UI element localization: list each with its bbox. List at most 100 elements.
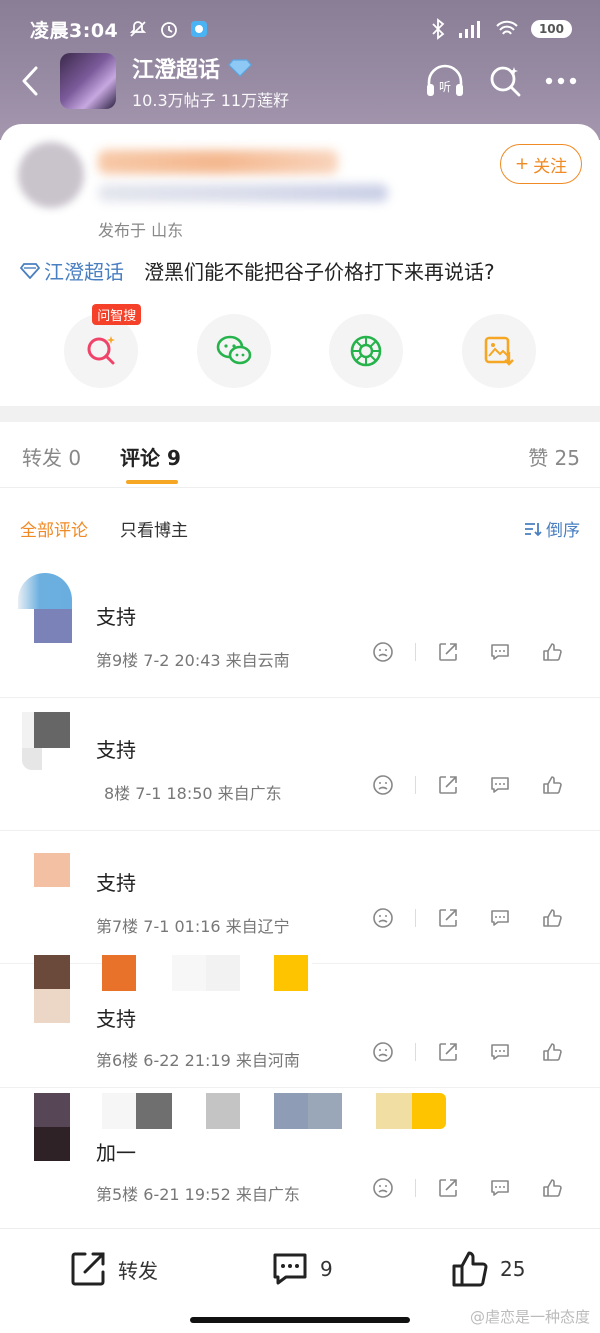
repost-button[interactable]	[422, 1041, 474, 1063]
repost-button[interactable]	[422, 907, 474, 929]
repost-button[interactable]	[422, 774, 474, 796]
like-button[interactable]	[526, 907, 578, 929]
tab-likes[interactable]: 赞 25	[528, 442, 580, 471]
action-divider	[415, 909, 416, 927]
commenter-avatar[interactable]	[34, 845, 70, 913]
comment-icon	[491, 1044, 509, 1060]
share-icon	[439, 776, 457, 794]
like-button[interactable]	[526, 1177, 578, 1199]
author-avatar[interactable]	[18, 142, 84, 208]
dislike-button[interactable]	[357, 1041, 409, 1063]
reply-button[interactable]	[474, 907, 526, 929]
topic-avatar[interactable]	[60, 53, 116, 109]
comment-meta: 第6楼 6-22 21:19 来自河南	[96, 1051, 300, 1070]
reply-button[interactable]	[474, 1177, 526, 1199]
topic-nav: 江澄超话 10.3万帖子 11万莲籽 听	[0, 50, 600, 112]
comment-meta: 8楼 7-1 18:50 来自广东	[104, 784, 282, 803]
wechat-icon	[216, 335, 252, 365]
ai-search-icon	[87, 336, 116, 365]
search-icon[interactable]	[488, 64, 522, 98]
comment-meta: 第7楼 7-1 01:16 来自辽宁	[96, 917, 290, 936]
action-divider	[415, 1179, 416, 1197]
post-tabs: 转发 0 评论 9 赞 25	[0, 422, 600, 488]
bottom-like-button[interactable]: 25	[450, 1249, 525, 1289]
sad-face-icon	[373, 1042, 393, 1062]
bottom-repost-label: 转发	[118, 1258, 158, 1283]
commenter-name-redacted	[102, 955, 312, 991]
comment-icon	[273, 1253, 307, 1285]
post-text: 澄黑们能不能把谷子价格打下来再说话?	[144, 260, 495, 284]
listen-icon[interactable]: 听	[424, 62, 466, 100]
commenter-avatar[interactable]	[18, 573, 72, 643]
bottom-comment-button[interactable]: 9	[270, 1249, 333, 1289]
reply-button[interactable]	[474, 641, 526, 663]
bluetooth-icon	[432, 18, 445, 40]
comment-item: 支持 第6楼 6-22 21:19 来自河南	[0, 955, 600, 1088]
post-card: 发布于 山东 + 关注 江澄超话 澄黑们能不能把谷子价格打下来再说话? 问智搜	[0, 124, 600, 406]
share-icon	[439, 909, 457, 927]
topic-tag-label: 江澄超话	[44, 260, 124, 284]
comment-icon	[491, 644, 509, 660]
like-button[interactable]	[526, 1041, 578, 1063]
commenter-avatar[interactable]	[34, 1093, 70, 1161]
action-divider	[415, 643, 416, 661]
section-divider	[0, 406, 600, 422]
back-button[interactable]	[0, 50, 60, 112]
save-image-button[interactable]	[461, 314, 536, 388]
repost-button[interactable]	[422, 641, 474, 663]
moments-share-button[interactable]	[329, 314, 404, 388]
action-divider	[415, 1043, 416, 1061]
sort-button[interactable]: 倒序	[524, 516, 580, 541]
dislike-button[interactable]	[357, 907, 409, 929]
topic-info[interactable]: 江澄超话 10.3万帖子 11万莲籽	[132, 52, 289, 111]
tab-repost[interactable]: 转发 0	[22, 442, 81, 471]
comment-text: 支持	[96, 605, 136, 629]
comment-icon	[491, 910, 509, 926]
bottom-action-bar: 转发 9 25 @虐恋是一种态度	[0, 1228, 600, 1333]
like-button[interactable]	[526, 774, 578, 796]
comment-icon	[491, 1180, 509, 1196]
bottom-like-count: 25	[500, 1257, 526, 1281]
like-button[interactable]	[526, 641, 578, 663]
svg-text:听: 听	[439, 80, 451, 94]
tab-active-indicator	[126, 480, 178, 484]
comment-text: 支持	[96, 871, 136, 895]
diamond-icon	[20, 262, 40, 279]
plus-icon: +	[514, 154, 530, 174]
comment-text: 支持	[96, 738, 136, 762]
sad-face-icon	[373, 1178, 393, 1198]
thumbs-up-icon	[452, 1251, 488, 1287]
filter-all-comments[interactable]: 全部评论	[20, 516, 88, 541]
moments-icon	[350, 335, 382, 367]
bottom-comment-count: 9	[320, 1257, 333, 1281]
mute-icon	[130, 21, 147, 37]
share-icon	[439, 1043, 457, 1061]
dislike-button[interactable]	[357, 774, 409, 796]
topic-stats: 10.3万帖子 11万莲籽	[132, 90, 290, 110]
share-icon	[439, 1179, 457, 1197]
follow-button[interactable]: + 关注	[500, 144, 582, 184]
bottom-repost-button[interactable]: 转发	[68, 1249, 158, 1289]
diamond-badge-icon	[228, 58, 252, 77]
reply-button[interactable]	[474, 774, 526, 796]
battery-indicator: 100	[530, 20, 572, 38]
commenter-avatar[interactable]	[22, 712, 70, 780]
share-icon	[71, 1252, 105, 1286]
alarm-icon	[161, 22, 178, 38]
dislike-button[interactable]	[357, 641, 409, 663]
comment-meta: 第5楼 6-21 19:52 来自广东	[96, 1185, 300, 1204]
repost-button[interactable]	[422, 1177, 474, 1199]
topic-tag[interactable]: 江澄超话	[20, 256, 124, 285]
sort-label: 倒序	[546, 521, 580, 541]
filter-author-only[interactable]: 只看博主	[120, 516, 188, 541]
more-icon[interactable]	[544, 76, 578, 86]
ai-search-badge: 问智搜	[92, 304, 142, 325]
commenter-avatar[interactable]	[34, 955, 70, 1023]
status-time: 凌晨3:04	[30, 19, 119, 42]
tab-comments[interactable]: 评论 9	[120, 442, 181, 471]
home-indicator[interactable]	[190, 1317, 410, 1323]
reply-button[interactable]	[474, 1041, 526, 1063]
dislike-button[interactable]	[357, 1177, 409, 1199]
wechat-share-button[interactable]	[196, 314, 271, 388]
ai-search-button[interactable]: 问智搜	[64, 304, 142, 388]
